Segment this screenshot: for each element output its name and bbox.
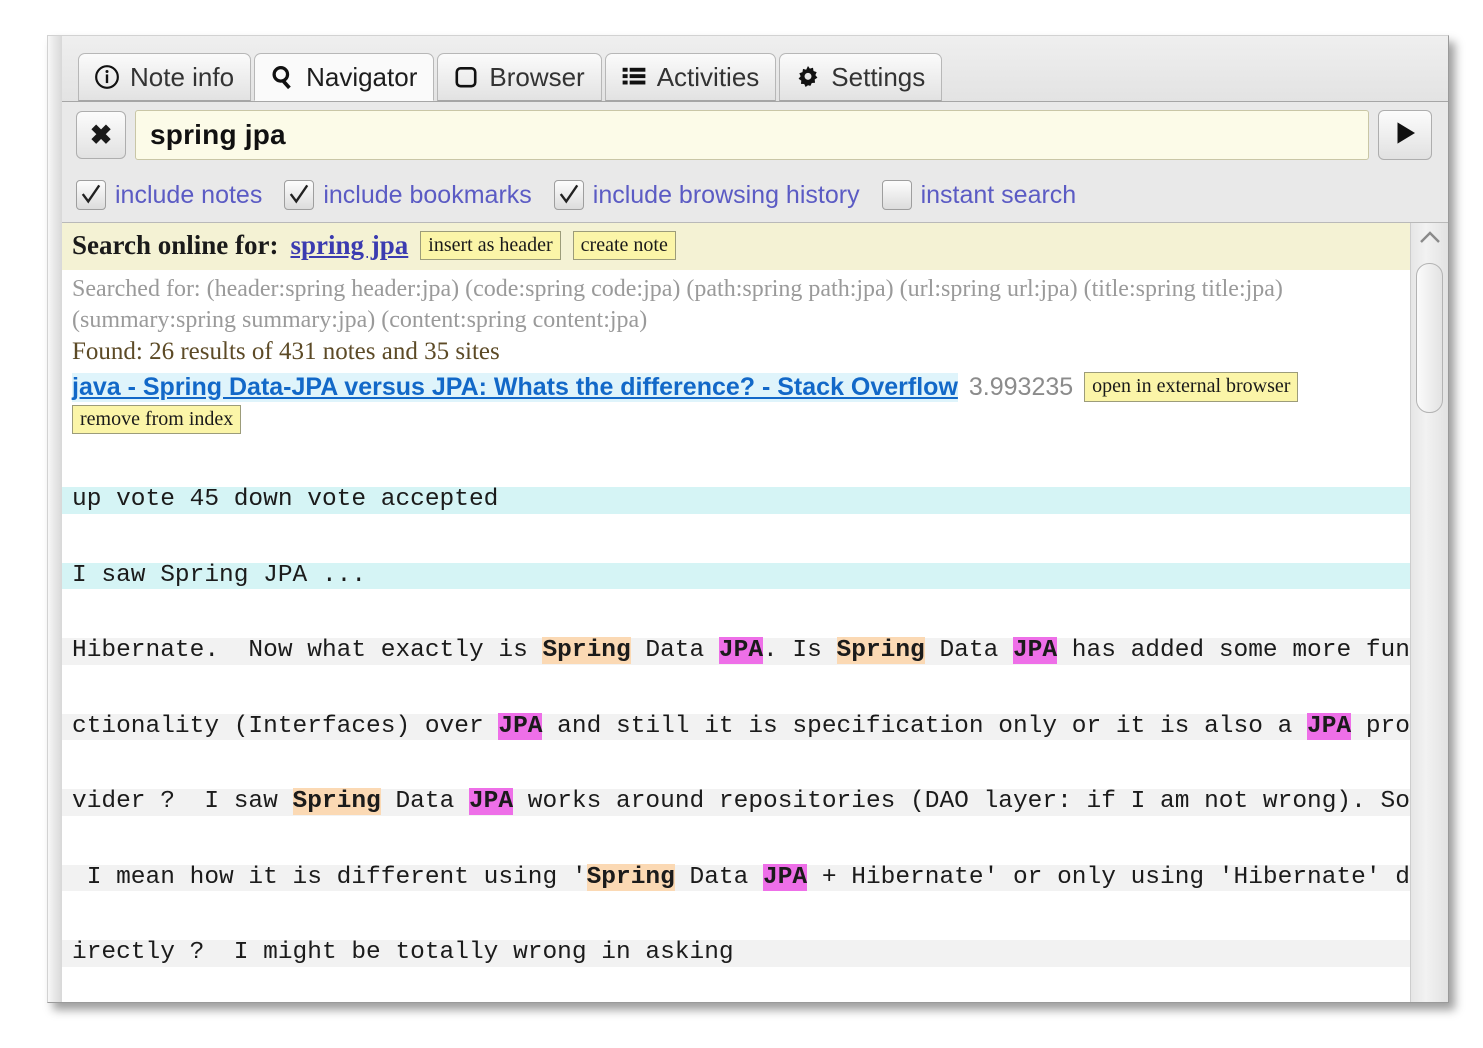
result-title-link[interactable]: java - Spring Data-JPA versus JPA: Whats… [72,372,958,402]
gear-icon [794,63,822,91]
tab-browser-label: Browser [489,61,585,92]
snippet-line: ctionality (Interfaces) over JPA and sti… [62,712,1410,741]
option-instant-search-label: instant search [920,180,1077,209]
search-icon [269,63,297,91]
search-input[interactable]: spring jpa [135,110,1369,160]
snippet-line: irectly ? I might be totally wrong in as… [62,940,1410,967]
list-icon [620,63,648,91]
tab-note-info-label: Note info [130,61,235,92]
results-scrollbar[interactable] [1410,223,1448,1002]
close-icon: ✖ [89,119,113,150]
tab-activities[interactable]: Activities [604,53,777,101]
results-list: Search online for: spring jpa insert as … [62,223,1410,1002]
checkbox-include-bookmarks[interactable] [284,180,315,210]
snippet-line: I mean how it is different using 'Spring… [62,863,1410,892]
play-icon [1390,118,1420,153]
application-window: Note info Navigator Browser Activities S… [47,35,1449,1003]
results-viewport: Search online for: spring jpa insert as … [62,222,1448,1002]
search-bar: ✖ spring jpa [62,102,1448,168]
highlight-term-jpa: JPA [468,788,514,816]
insert-as-header-button[interactable]: insert as header [420,230,561,261]
result-snippet: up vote 45 down vote accepted I saw Spri… [62,438,1410,1002]
snippet-line: up vote 45 down vote accepted [62,487,1410,514]
open-in-external-browser-button[interactable]: open in external browser [1084,372,1299,402]
scroll-up-button[interactable] [1411,223,1448,257]
run-search-button[interactable] [1378,110,1432,160]
highlight-term-jpa: JPA [718,637,764,665]
option-instant-search[interactable]: instant search [881,180,1077,210]
found-count: Found: 26 results of 431 notes and 35 si… [72,338,500,366]
result-header: java - Spring Data-JPA versus JPA: Whats… [62,368,1410,404]
tab-navigator[interactable]: Navigator [254,53,435,101]
create-note-button[interactable]: create note [572,230,676,261]
result-item-web: java - Spring Data-JPA versus JPA: Whats… [62,368,1410,1002]
highlight-term-jpa: JPA [1307,712,1352,740]
snippet-line: I saw Spring JPA ... [62,562,1410,590]
snippet-line: Hibernate. Now what exactly is Spring Da… [62,637,1410,665]
search-online-bar: Search online for: spring jpa insert as … [62,223,1410,270]
searched-for-query: Searched for: (header:spring header:jpa)… [62,270,1410,335]
tab-navigator-label: Navigator [306,61,418,92]
highlight-term-jpa: JPA [763,863,808,891]
checkbox-instant-search[interactable] [881,180,912,210]
option-include-notes[interactable]: include notes [76,180,262,210]
result-header-row2: remove from index [62,404,1410,438]
highlight-term-spring: Spring [292,788,381,816]
searched-for-line-1: Searched for: (header:spring header:jpa)… [72,276,1283,302]
option-include-browsing-history[interactable]: include browsing history [553,180,860,210]
option-include-bookmarks[interactable]: include bookmarks [284,180,532,210]
chevron-up-icon [1418,230,1442,251]
checkbox-include-browsing-history[interactable] [553,180,584,210]
highlight-term-spring: Spring [836,637,925,665]
info-circle-icon [93,63,121,91]
tab-activities-label: Activities [656,61,760,92]
option-include-browsing-history-label: include browsing history [592,180,860,209]
highlight-term-jpa: JPA [498,712,543,740]
tab-browser[interactable]: Browser [437,53,602,101]
remove-from-index-button[interactable]: remove from index [72,404,242,435]
search-options: include notes include bookmarks include … [62,168,1448,222]
tab-bar: Note info Navigator Browser Activities S… [62,36,1448,102]
highlight-term-spring: Spring [586,863,675,891]
window-left-edge [48,36,62,1002]
search-online-query-link[interactable]: spring jpa [290,230,408,261]
tab-settings-label: Settings [831,61,926,92]
snippet-line: vider ? I saw Spring Data JPA works arou… [62,788,1410,816]
tab-settings[interactable]: Settings [779,53,943,101]
search-online-label: Search online for: [72,230,279,260]
checkbox-include-notes[interactable] [76,180,106,210]
highlight-term-jpa: JPA [1012,637,1058,665]
searched-for-line-2: (summary:spring summary:jpa) (content:sp… [72,306,648,333]
option-include-bookmarks-label: include bookmarks [323,180,532,209]
tab-note-info[interactable]: Note info [78,53,252,101]
clear-search-button[interactable]: ✖ [76,111,126,159]
highlight-term-spring: Spring [542,637,631,665]
scrollbar-thumb[interactable] [1416,263,1443,413]
window-icon [452,63,480,91]
option-include-notes-label: include notes [115,180,263,209]
result-score: 3.993235 [968,372,1074,401]
